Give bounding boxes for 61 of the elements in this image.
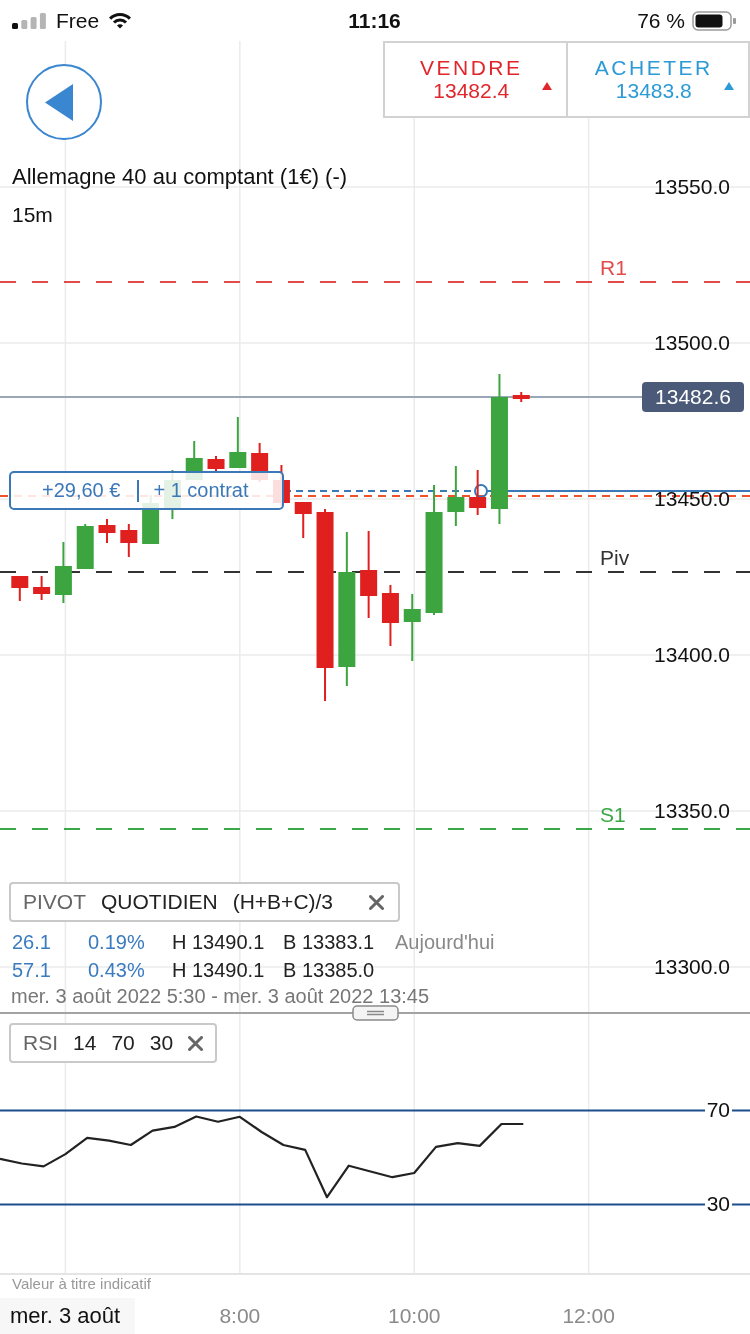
time-axis-label: 8:00 [219,1303,261,1329]
period-note: Aujourd'hui [395,930,495,955]
indicator-period: QUOTIDIEN [101,890,218,914]
change-percent: 0.19% [88,930,145,955]
position-label[interactable]: +29,60 € + 1 contrat [9,471,284,510]
battery-icon [692,10,737,31]
price-axis-label: 13500.0 [654,331,730,355]
candlestick [33,575,51,601]
candlestick [229,416,247,469]
change-value: 57.1 [12,958,51,983]
price-axis-label: 13350.0 [654,799,730,823]
close-icon[interactable] [369,894,384,910]
price-axis-label: 13400.0 [654,643,730,667]
indicator-name: PIVOT [23,890,86,914]
price-axis-label: 13300.0 [654,955,730,979]
price-axis-label: 13450.0 [654,487,730,511]
close-icon[interactable] [188,1035,204,1051]
candlestick [11,575,29,602]
candlestick [403,593,421,662]
sell-button[interactable]: VENDRE 13482.4 [385,43,566,116]
candlestick [512,391,530,403]
high-value: H 13490.1 [172,930,265,955]
indicator-name: RSI [23,1031,58,1055]
high-value: H 13490.1 [172,958,265,983]
level-label: Piv [600,546,630,570]
drag-handle-icon[interactable] [352,1005,399,1021]
time-axis-label: 10:00 [387,1303,441,1329]
time-axis-label: 12:00 [562,1303,615,1329]
signal-icon [12,12,46,29]
buy-button[interactable]: ACHETER 13483.8 [565,43,748,116]
candlestick [447,465,465,527]
left-arrow-icon [45,83,73,121]
indicator-formula: (H+B+C)/3 [232,890,334,914]
level-label: S1 [600,803,626,827]
indicator-param: 14 [73,1031,97,1055]
wifi-icon [109,12,132,29]
low-value: B 13383.1 [283,930,375,955]
candlestick [76,523,94,570]
price-axis-label: 13550.0 [654,175,730,199]
candlestick [207,455,225,472]
battery-percent: 76 % [637,8,685,33]
candlestick [294,501,312,539]
candlestick [120,523,138,558]
change-percent: 0.43% [88,958,145,983]
date-label: mer. 3 août [0,1298,136,1334]
candlestick [469,469,487,516]
indicator-param: 30 [149,1031,174,1055]
carrier-name: Free [56,8,100,33]
status-time: 11:16 [348,8,401,33]
candlestick [98,518,116,544]
level-label: R1 [600,256,627,280]
instrument-title: Allemagne 40 au comptant (1€) (-) [11,164,348,190]
low-value: B 13385.0 [283,958,375,983]
timeframe-label: 15m [11,203,53,227]
candlestick [54,541,72,604]
date-range-text: mer. 3 août 2022 5:30 - mer. 3 août 2022 13:45 [10,984,430,1008]
disclaimer-text: Valeur à titre indicatif [11,1275,152,1293]
change-value: 26.1 [12,930,51,955]
indicator-param: 70 [111,1031,135,1055]
current-price-tag: 13482.6 [642,382,744,412]
candlestick [381,584,399,647]
